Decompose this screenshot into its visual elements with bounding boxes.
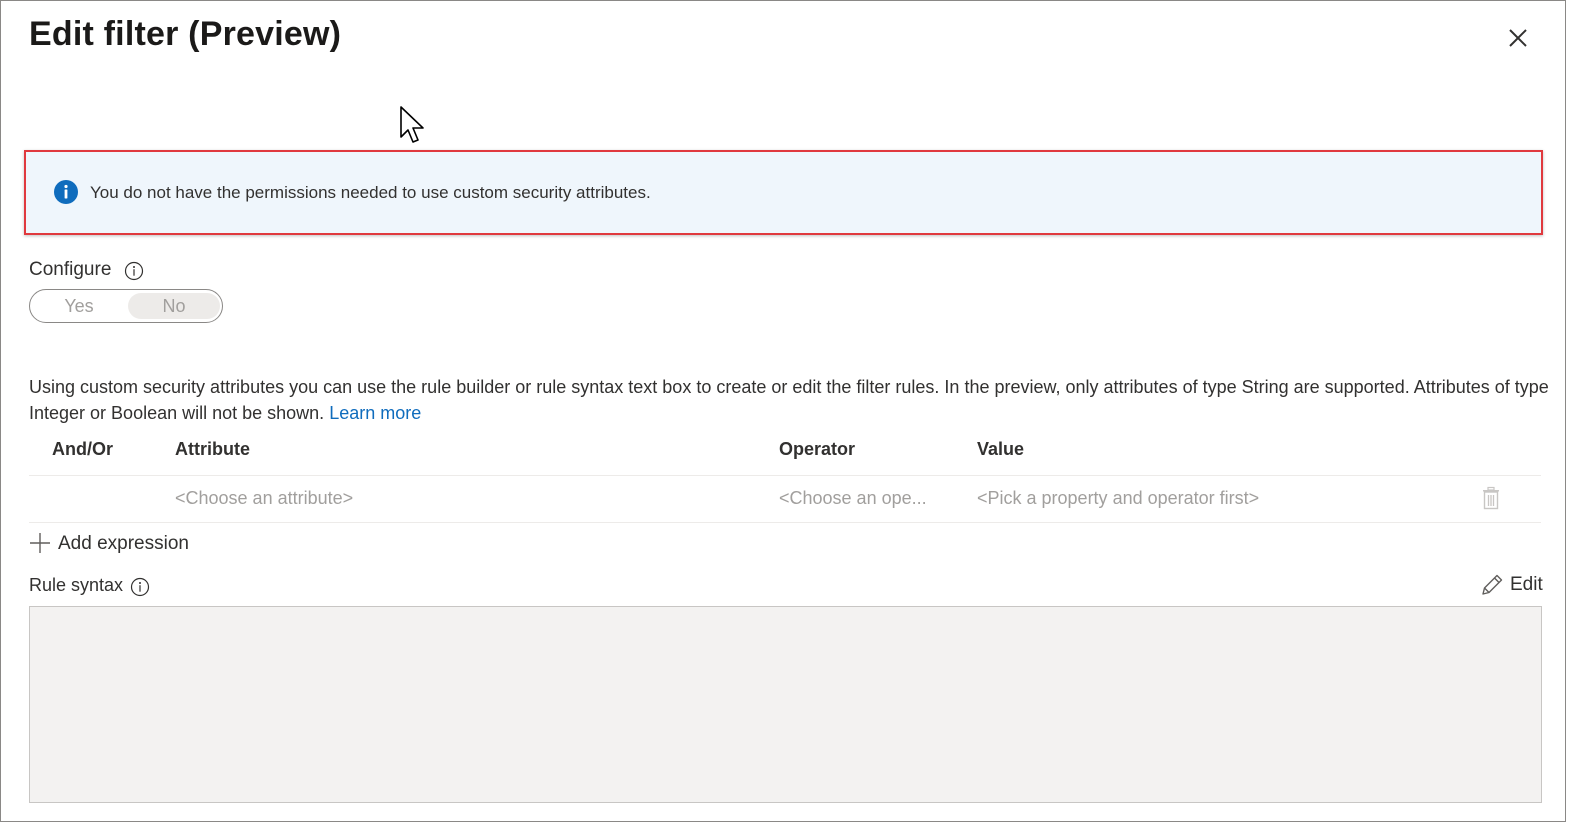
permissions-banner: You do not have the permissions needed t… — [24, 150, 1543, 235]
description-text: Using custom security attributes you can… — [29, 374, 1549, 426]
edit-filter-panel: Edit filter (Preview) You do not have th… — [0, 0, 1566, 822]
column-header-and-or: And/Or — [52, 439, 113, 459]
page-title: Edit filter (Preview) — [29, 15, 342, 53]
delete-row-icon[interactable] — [1481, 486, 1501, 510]
operator-dropdown[interactable]: <Choose an ope... — [779, 488, 927, 509]
table-row: <Choose an attribute> <Choose an ope... … — [29, 476, 1541, 523]
pencil-icon — [1482, 574, 1503, 595]
configure-toggle[interactable]: Yes No — [29, 289, 223, 323]
description-body: Using custom security attributes you can… — [29, 377, 1549, 423]
banner-message: You do not have the permissions needed t… — [90, 183, 651, 202]
rule-builder-header: And/Or Attribute Operator Value — [29, 433, 1541, 476]
value-field[interactable]: <Pick a property and operator first> — [977, 488, 1259, 509]
info-icon[interactable] — [124, 261, 144, 281]
rule-syntax-textarea[interactable] — [29, 606, 1542, 803]
toggle-option-no[interactable]: No — [128, 293, 220, 319]
rule-syntax-label: Rule syntax — [29, 575, 124, 595]
column-header-attribute: Attribute — [175, 439, 250, 459]
info-circle-icon — [54, 180, 78, 204]
close-button[interactable] — [1503, 23, 1533, 53]
column-header-operator: Operator — [779, 439, 856, 459]
edit-label: Edit — [1510, 574, 1543, 595]
close-icon — [1509, 29, 1527, 47]
configure-label: Configure — [29, 259, 112, 280]
attribute-dropdown[interactable]: <Choose an attribute> — [175, 488, 353, 509]
learn-more-link[interactable]: Learn more — [329, 403, 421, 423]
plus-icon — [30, 533, 50, 553]
add-expression-label: Add expression — [58, 533, 189, 554]
mouse-pointer-icon — [400, 106, 424, 143]
toggle-option-yes[interactable]: Yes — [33, 293, 125, 319]
column-header-value: Value — [977, 439, 1025, 459]
edit-rule-syntax-button[interactable]: Edit — [1479, 572, 1545, 600]
info-icon[interactable] — [130, 577, 150, 597]
